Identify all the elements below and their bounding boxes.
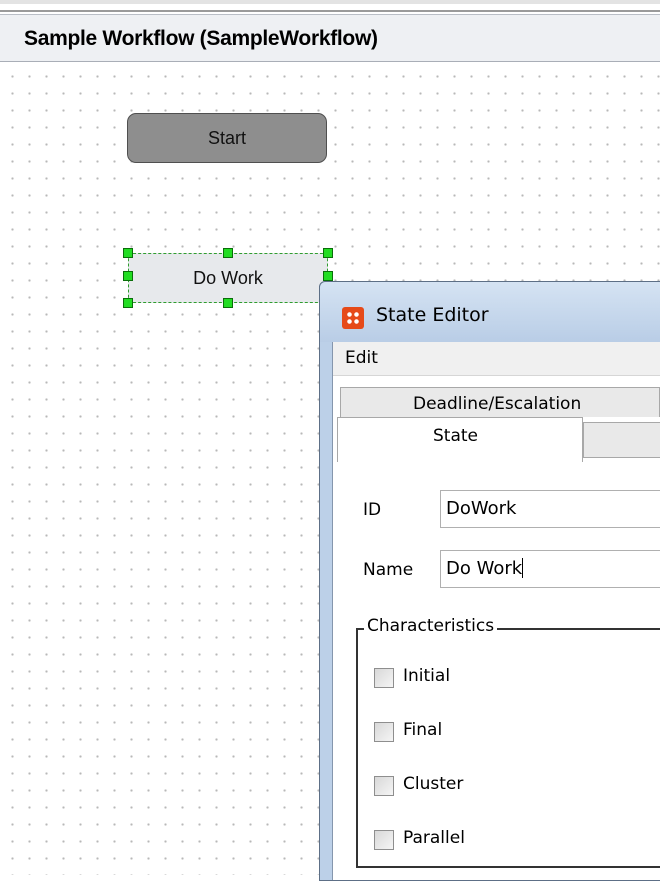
top-strip bbox=[0, 0, 660, 14]
editor-title-bar: Sample Workflow (SampleWorkflow) bbox=[0, 14, 660, 62]
tab-other[interactable] bbox=[583, 422, 660, 458]
final-label: Final bbox=[403, 720, 443, 740]
app-logo-icon bbox=[342, 307, 364, 329]
initial-checkbox[interactable] bbox=[374, 668, 394, 688]
resize-handle-ne[interactable] bbox=[323, 248, 333, 258]
tab-state[interactable]: State bbox=[337, 417, 583, 462]
name-label: Name bbox=[363, 560, 414, 580]
do-work-node[interactable]: Do Work bbox=[128, 253, 328, 303]
resize-handle-s[interactable] bbox=[223, 298, 233, 308]
dialog-title: State Editor bbox=[376, 304, 489, 326]
characteristics-group: Characteristics Initial Final Cluster Pa… bbox=[356, 616, 660, 868]
menu-edit[interactable]: Edit bbox=[345, 348, 378, 368]
text-caret bbox=[522, 558, 524, 578]
cluster-checkbox[interactable] bbox=[374, 776, 394, 796]
id-field-value: DoWork bbox=[446, 498, 517, 519]
initial-label: Initial bbox=[403, 666, 451, 686]
tab-deadline-escalation-label: Deadline/Escalation bbox=[413, 394, 582, 414]
parallel-label: Parallel bbox=[403, 828, 465, 848]
id-field[interactable]: DoWork bbox=[440, 490, 660, 528]
id-label: ID bbox=[363, 500, 382, 520]
resize-handle-e[interactable] bbox=[323, 271, 333, 281]
name-field-value: Do Work bbox=[446, 558, 523, 579]
menu-bar: Edit bbox=[333, 342, 660, 376]
cluster-label: Cluster bbox=[403, 774, 464, 794]
dialog-title-bar[interactable]: State Editor bbox=[320, 282, 660, 342]
resize-handle-nw[interactable] bbox=[123, 248, 133, 258]
characteristics-title: Characteristics bbox=[364, 616, 498, 636]
editor-title: Sample Workflow (SampleWorkflow) bbox=[24, 27, 378, 50]
state-editor-dialog: State Editor Edit Deadline/Escalation St… bbox=[319, 281, 660, 881]
tab-state-label: State bbox=[433, 426, 478, 446]
tab-divider bbox=[583, 457, 660, 458]
dialog-content: Edit Deadline/Escalation State ID DoWork… bbox=[332, 342, 660, 880]
resize-handle-w[interactable] bbox=[123, 271, 133, 281]
final-checkbox[interactable] bbox=[374, 722, 394, 742]
parallel-checkbox[interactable] bbox=[374, 830, 394, 850]
resize-handle-sw[interactable] bbox=[123, 298, 133, 308]
tab-deadline-escalation[interactable]: Deadline/Escalation bbox=[340, 387, 660, 417]
name-field[interactable]: Do Work bbox=[440, 550, 660, 588]
start-node[interactable]: Start bbox=[127, 113, 327, 163]
resize-handle-n[interactable] bbox=[223, 248, 233, 258]
do-work-node-label: Do Work bbox=[193, 267, 263, 288]
start-node-label: Start bbox=[207, 127, 246, 148]
